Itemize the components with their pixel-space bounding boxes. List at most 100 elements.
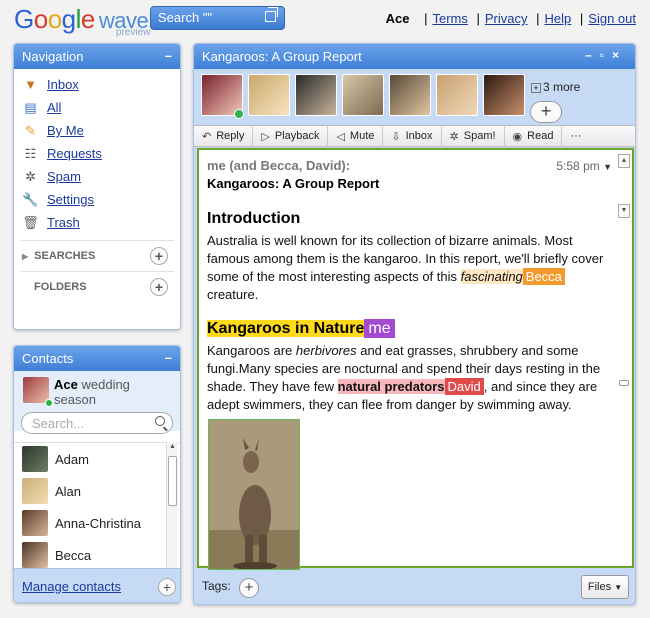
contacts-footer: Manage contacts + bbox=[14, 568, 180, 602]
add-participant-button[interactable]: + bbox=[530, 101, 562, 123]
my-name: Ace bbox=[54, 377, 78, 392]
add-contact-button[interactable]: + bbox=[158, 578, 176, 596]
list-item[interactable]: Becca bbox=[14, 539, 180, 571]
editor-tag-me: me bbox=[364, 319, 395, 338]
avatar[interactable] bbox=[483, 74, 525, 116]
search-icon bbox=[155, 416, 165, 426]
intro-heading: Introduction bbox=[207, 210, 301, 227]
add-folder-button[interactable]: + bbox=[150, 278, 168, 296]
add-search-button[interactable]: + bbox=[150, 247, 168, 265]
inbox-button[interactable]: ⇩ Inbox bbox=[383, 125, 442, 147]
nav-item-requests[interactable]: ☷ Requests bbox=[14, 142, 180, 165]
contacts-title-bar: Contacts – bbox=[14, 346, 180, 371]
wave-panel: Kangaroos: A Group Report –▫× +3 more + … bbox=[193, 43, 636, 605]
blip-header: me (and Becca, David): Kangaroos: A Grou… bbox=[207, 158, 379, 191]
folders-section: FOLDERS + bbox=[20, 271, 174, 302]
nav-item-inbox[interactable]: ▼ Inbox bbox=[14, 73, 180, 96]
speaker-icon: ◁ bbox=[336, 130, 345, 143]
search-label: Search "" bbox=[158, 10, 213, 25]
popout-icon[interactable] bbox=[265, 7, 278, 22]
manage-contacts-link[interactable]: Manage contacts bbox=[22, 579, 121, 594]
nav-item-settings[interactable]: 🔧 Settings bbox=[14, 188, 180, 211]
expand-icon[interactable]: ▶ bbox=[22, 252, 28, 261]
nav-item-by-me[interactable]: ✎ By Me bbox=[14, 119, 180, 142]
document-body[interactable]: Introduction Australia is well known for… bbox=[207, 210, 617, 414]
spam-button[interactable]: ✲ Spam! bbox=[442, 125, 505, 147]
avatar bbox=[22, 446, 48, 472]
privacy-link[interactable]: Privacy bbox=[485, 11, 528, 26]
blip-title: Kangaroos: A Group Report bbox=[207, 176, 380, 191]
avatar bbox=[23, 377, 49, 403]
navigation-panel: Navigation – ▼ Inbox ▤ All ✎ By Me ☷ Request… bbox=[13, 43, 181, 330]
minimize-icon[interactable]: – bbox=[585, 48, 600, 62]
scroll-thumb[interactable] bbox=[168, 456, 177, 506]
trash-icon: 🗑 bbox=[22, 214, 39, 230]
tags-label: Tags: bbox=[202, 579, 231, 593]
scroll-up-icon[interactable]: ▲ bbox=[169, 443, 176, 450]
avatar[interactable] bbox=[436, 74, 478, 116]
nav-item-spam[interactable]: ✲ Spam bbox=[14, 165, 180, 188]
wave-title-bar: Kangaroos: A Group Report –▫× bbox=[194, 44, 635, 69]
list-item[interactable]: Adam bbox=[14, 443, 180, 475]
spam-icon: ✲ bbox=[25, 168, 36, 184]
pencil-icon: ✎ bbox=[25, 122, 36, 138]
top-bar: Google wave preview Search "" Ace | Terms … bbox=[0, 0, 650, 40]
close-icon[interactable]: × bbox=[612, 48, 627, 62]
avatar bbox=[22, 510, 48, 536]
editor-tag-david: David bbox=[444, 378, 484, 395]
scroll-handle[interactable] bbox=[619, 380, 629, 386]
contacts-list: Adam Alan Anna-Christina Becca bbox=[14, 442, 180, 571]
content-scrollbar[interactable]: ▲ ▼ bbox=[618, 154, 630, 564]
contacts-scrollbar[interactable]: ▲ bbox=[166, 442, 178, 568]
avatar[interactable] bbox=[342, 74, 384, 116]
search-button[interactable]: Search "" bbox=[150, 6, 285, 30]
scroll-up-icon[interactable]: ▲ bbox=[618, 154, 630, 168]
minimize-icon[interactable]: – bbox=[165, 48, 172, 63]
avatar[interactable] bbox=[389, 74, 431, 116]
blip-authors: me (and Becca, David): bbox=[207, 158, 351, 173]
mute-button[interactable]: ◁ Mute bbox=[328, 125, 384, 147]
maximize-icon[interactable]: ▫ bbox=[600, 48, 612, 62]
reply-icon: ↶ bbox=[202, 130, 212, 143]
contacts-panel: Contacts – Ace wedding season Search... … bbox=[13, 345, 181, 603]
reply-button[interactable]: ↶ Reply bbox=[194, 125, 254, 147]
more-actions-button[interactable]: ··· bbox=[562, 125, 589, 147]
wrench-icon: 🔧 bbox=[22, 191, 39, 207]
nav-item-trash[interactable]: 🗑 Trash bbox=[14, 211, 180, 234]
highlighted-word: fascinating bbox=[460, 269, 523, 284]
searches-section[interactable]: ▶ SEARCHES + bbox=[20, 240, 174, 271]
contacts-search-input[interactable]: Search... bbox=[21, 412, 173, 434]
minimize-icon[interactable]: – bbox=[165, 350, 172, 365]
kangaroo-illustration bbox=[209, 420, 299, 569]
files-button[interactable]: Files ▼ bbox=[581, 575, 629, 599]
wave-footer: Tags: + Files ▼ bbox=[194, 570, 635, 604]
spam-icon: ✲ bbox=[449, 130, 459, 143]
scroll-down-icon[interactable]: ▼ bbox=[618, 204, 630, 218]
read-button[interactable]: ◉ Read bbox=[505, 125, 563, 147]
contacts-title: Contacts bbox=[22, 351, 74, 366]
wave-content[interactable]: me (and Becca, David): Kangaroos: A Grou… bbox=[197, 148, 634, 570]
terms-link[interactable]: Terms bbox=[432, 11, 467, 26]
navigation-title-bar: Navigation – bbox=[14, 44, 180, 69]
editor-tag-becca: Becca bbox=[522, 268, 565, 285]
add-tag-button[interactable]: + bbox=[239, 578, 259, 598]
playback-button[interactable]: ▷ Playback bbox=[253, 125, 329, 147]
current-user: Ace bbox=[385, 11, 410, 26]
more-participants[interactable]: +3 more bbox=[531, 80, 580, 94]
inbox-icon: ▼ bbox=[24, 77, 37, 92]
wave-title: Kangaroos: A Group Report bbox=[202, 49, 362, 64]
sign-out-link[interactable]: Sign out bbox=[588, 11, 636, 26]
list-item[interactable]: Alan bbox=[14, 475, 180, 507]
wave-toolbar: ↶ Reply ▷ Playback ◁ Mute ⇩ Inbox ✲ Spam! ◉ Re… bbox=[194, 125, 635, 147]
avatar[interactable] bbox=[248, 74, 290, 116]
navigation-title: Navigation bbox=[22, 49, 84, 64]
online-status-icon bbox=[45, 399, 53, 407]
avatar[interactable] bbox=[295, 74, 337, 116]
chevron-down-icon[interactable]: ▼ bbox=[603, 162, 612, 172]
nav-item-all[interactable]: ▤ All bbox=[14, 96, 180, 119]
kangaroo-image[interactable] bbox=[208, 419, 300, 570]
blip-time[interactable]: 5:58 pm ▼ bbox=[556, 159, 612, 173]
help-link[interactable]: Help bbox=[545, 11, 572, 26]
list-item[interactable]: Anna-Christina bbox=[14, 507, 180, 539]
intro-paragraph: Australia is well known for its collecti… bbox=[207, 233, 604, 302]
